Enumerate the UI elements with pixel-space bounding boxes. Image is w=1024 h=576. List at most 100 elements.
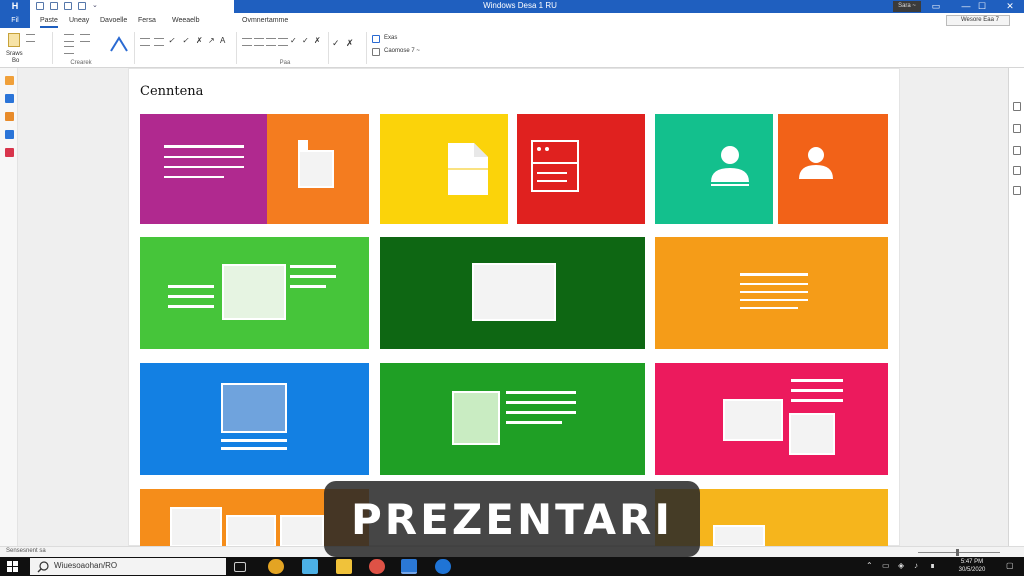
- clipboard-label: Sraws: [6, 51, 23, 57]
- align-left-icon[interactable]: [266, 38, 276, 46]
- tab-slideshow[interactable]: Ovmnertamme: [242, 13, 288, 28]
- thumbnail-icon[interactable]: [5, 148, 14, 157]
- edge-icon[interactable]: [435, 559, 451, 574]
- tab-design[interactable]: Davoelle: [100, 13, 127, 28]
- ribbon-display-options-icon[interactable]: ▭: [922, 0, 950, 13]
- text-line: [740, 291, 808, 293]
- text-direction-icon[interactable]: ✓: [290, 36, 297, 45]
- share-button[interactable]: Wesore Eaa 7: [946, 15, 1010, 26]
- text-line: [221, 447, 287, 450]
- format-pane-icon[interactable]: [1013, 124, 1021, 133]
- taskbar-search-box[interactable]: Wiuesoaohan/RO: [30, 558, 226, 575]
- account-button[interactable]: Sara ~: [893, 1, 921, 12]
- image-icon: [713, 525, 765, 547]
- shape-icon[interactable]: [110, 36, 130, 52]
- close-icon[interactable]: ✕: [996, 0, 1024, 13]
- tile-purple[interactable]: [140, 114, 267, 224]
- slide[interactable]: Cenntena: [128, 68, 900, 547]
- char-spacing-icon[interactable]: ↗: [208, 36, 215, 45]
- network-icon[interactable]: ◈: [898, 561, 904, 570]
- maximize-icon[interactable]: ☐: [968, 0, 996, 13]
- text-line: [290, 275, 336, 278]
- file-explorer-icon[interactable]: [302, 559, 318, 574]
- chrome-icon[interactable]: [369, 559, 385, 574]
- italic-icon[interactable]: ✓: [168, 36, 175, 45]
- tile-green-2[interactable]: [380, 363, 645, 475]
- notification-icon[interactable]: ▢: [1006, 561, 1014, 570]
- volume-icon[interactable]: ♪: [914, 561, 918, 570]
- zoom-slider[interactable]: [918, 552, 1000, 553]
- zoom-slider-knob[interactable]: [956, 549, 959, 556]
- reset-icon[interactable]: [64, 46, 74, 54]
- font-size-icon[interactable]: [140, 38, 150, 46]
- quick-styles-icon[interactable]: ✗: [346, 38, 354, 49]
- tile-dark-green[interactable]: [380, 237, 645, 349]
- search-icon: [37, 561, 49, 573]
- save-icon[interactable]: [36, 2, 44, 10]
- tile-orange-2[interactable]: [655, 237, 888, 349]
- tile-orange[interactable]: [267, 114, 369, 224]
- underline-icon[interactable]: ✓: [182, 36, 189, 45]
- tile-red[interactable]: [517, 114, 645, 224]
- customize-qat-chevron-icon[interactable]: ⌄: [92, 2, 100, 10]
- tile-yellow[interactable]: [380, 114, 508, 224]
- folder-taskbar-icon[interactable]: [336, 559, 352, 574]
- arrange-icon[interactable]: ✓: [332, 38, 340, 49]
- windows-start-icon[interactable]: [4, 560, 22, 573]
- text-line: [290, 265, 336, 268]
- slide-title[interactable]: Cenntena: [140, 84, 203, 99]
- thumbnail-icon[interactable]: [5, 76, 14, 85]
- font-shrink-icon[interactable]: [154, 38, 164, 46]
- window-dot: [537, 147, 541, 151]
- thumbnail-icon[interactable]: [5, 112, 14, 121]
- editing-label[interactable]: Exas: [384, 35, 397, 41]
- format-pane-icon[interactable]: [1013, 186, 1021, 195]
- select-icon[interactable]: [372, 48, 380, 56]
- tab-animations[interactable]: Weeaelb: [172, 13, 200, 28]
- bullets-icon[interactable]: [242, 38, 252, 46]
- chevron-up-icon[interactable]: ⌃: [866, 561, 873, 570]
- font-color-icon[interactable]: A: [220, 36, 225, 45]
- new-slide-icon[interactable]: [64, 34, 74, 42]
- tile-orange-red[interactable]: [778, 114, 888, 224]
- text-line: [506, 421, 562, 424]
- columns-icon[interactable]: ✗: [314, 36, 321, 45]
- editing-group: Exas Caomose 7 ~: [370, 30, 440, 66]
- taskbar-clock[interactable]: 5:47 PM 30/5/2020: [944, 558, 1000, 574]
- format-pane-icon[interactable]: [1013, 166, 1021, 175]
- undo-icon[interactable]: [50, 2, 58, 10]
- battery-icon[interactable]: ▭: [882, 561, 890, 570]
- language-icon[interactable]: ∎: [930, 561, 935, 570]
- tile-green[interactable]: [140, 237, 369, 349]
- tab-transitions[interactable]: Fersa: [138, 13, 156, 28]
- tab-insert[interactable]: Uneay: [69, 13, 89, 28]
- convert-icon[interactable]: ✓: [302, 36, 309, 45]
- powerpoint-taskbar-icon[interactable]: [401, 559, 417, 574]
- text-line: [506, 411, 576, 414]
- paste-icon[interactable]: [8, 33, 20, 47]
- search-text: Wiuesoaohan/RO: [54, 561, 118, 570]
- strikethrough-icon[interactable]: ✗: [196, 36, 203, 45]
- find-icon[interactable]: [372, 35, 380, 43]
- layout-icon[interactable]: [80, 34, 90, 42]
- numbering-icon[interactable]: [254, 38, 264, 46]
- thumbnail-icon[interactable]: [5, 94, 14, 103]
- copy-icon[interactable]: [26, 34, 35, 42]
- task-view-icon[interactable]: [234, 562, 246, 572]
- ribbon-divider: [52, 32, 53, 64]
- browser-icon[interactable]: [268, 559, 284, 574]
- align-center-icon[interactable]: [278, 38, 288, 46]
- tile-pink[interactable]: [655, 363, 888, 475]
- format-pane-icon[interactable]: [1013, 102, 1021, 111]
- tab-file[interactable]: Fil: [0, 13, 30, 28]
- format-pane-icon[interactable]: [1013, 146, 1021, 155]
- editing-sub[interactable]: Caomose 7 ~: [384, 48, 420, 54]
- start-from-beginning-icon[interactable]: [78, 2, 86, 10]
- image-icon: [170, 507, 222, 547]
- redo-icon[interactable]: [64, 2, 72, 10]
- tile-blue[interactable]: [140, 363, 369, 475]
- thumbnail-icon[interactable]: [5, 130, 14, 139]
- tile-teal[interactable]: [655, 114, 773, 224]
- tab-home[interactable]: Paste: [40, 13, 58, 28]
- ribbon-tabs: Fil Paste Uneay Davoelle Fersa Weeaelb O…: [0, 13, 1024, 28]
